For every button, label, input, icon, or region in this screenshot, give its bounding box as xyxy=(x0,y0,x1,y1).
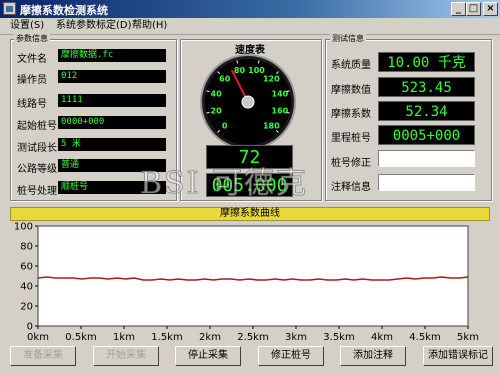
gauge-tick-label: 80 xyxy=(234,66,246,75)
gauge-tick xyxy=(206,90,210,93)
stake-correction-input[interactable] xyxy=(378,150,475,167)
x-tick-label: 0km xyxy=(27,332,49,340)
menu-help[interactable]: 帮助(H) xyxy=(132,18,167,34)
test-value-friction-value: 523.45 xyxy=(378,77,475,97)
param-value-start-stake: 0000+000 xyxy=(58,116,166,129)
y-tick-label: 100 xyxy=(14,222,33,233)
param-value-filename: 摩擦数据.fc xyxy=(58,49,166,62)
gauge-hub xyxy=(241,95,255,109)
gauge-tick xyxy=(286,111,290,114)
x-tick-label: 1.5km xyxy=(151,332,182,340)
y-tick-label: 80 xyxy=(20,242,33,253)
test-label-stake-correction: 桩号修正 xyxy=(331,158,371,169)
gauge-tick xyxy=(236,60,239,64)
param-label-road-grade: 公路等级 xyxy=(17,164,57,175)
gauge-tick xyxy=(206,111,210,114)
x-tick-label: 5km xyxy=(457,332,479,340)
test-value-friction-coefficient: 52.34 xyxy=(378,101,475,121)
test-label-mileage-stake: 里程桩号 xyxy=(331,133,371,144)
param-value-route: 1111 xyxy=(58,94,166,107)
distance-display: 005.000 xyxy=(206,173,293,197)
x-tick-label: 2.5km xyxy=(237,332,268,340)
correct-stake-button[interactable]: 修正桩号 xyxy=(258,346,324,366)
param-label-stake-mode: 桩号处理 xyxy=(17,186,57,197)
chart-title: 摩擦系数曲线 xyxy=(220,208,280,219)
x-tick-label: 4.5km xyxy=(409,332,440,340)
gauge-tick-label: 60 xyxy=(219,75,231,84)
param-value-stake-mode: 顺桩号 xyxy=(58,181,166,194)
friction-chart: 0 20 40 60 80 100 0km 0.5km 1km 1.5km 2km 2.5km 3km 3… xyxy=(14,222,479,340)
x-tick-label: 0.5km xyxy=(65,332,96,340)
y-tick-label: 40 xyxy=(20,282,33,293)
app-icon xyxy=(3,2,16,15)
plot-area xyxy=(37,225,469,327)
speed-gauge: 020406080 100120140160180 xyxy=(200,54,296,146)
speed-display: 72 xyxy=(206,145,293,169)
x-tick-label: 1km xyxy=(113,332,135,340)
test-label-system-mass: 系统质量 xyxy=(331,60,371,71)
gauge-tick-label: 0 xyxy=(222,121,228,130)
annotation-input[interactable] xyxy=(378,174,475,191)
param-label-start-stake: 起始桩号 xyxy=(17,121,57,132)
minimize-button[interactable]: _ xyxy=(451,2,466,16)
menu-settings[interactable]: 设置(S) xyxy=(10,18,44,34)
test-label-friction-coefficient: 摩擦系数 xyxy=(331,109,371,120)
gauge-tick xyxy=(286,90,290,93)
x-tick-label: 3.5km xyxy=(323,332,354,340)
maximize-button[interactable]: □ xyxy=(466,2,481,16)
gauge-tick xyxy=(257,60,260,64)
y-tick-label: 20 xyxy=(20,302,33,313)
add-annotation-button[interactable]: 添加注释 xyxy=(340,346,406,366)
menu-calibration[interactable]: 系统参数标定(D) xyxy=(56,18,132,34)
gauge-tick-label: 140 xyxy=(272,90,289,99)
stop-collection-button[interactable]: 停止采集 xyxy=(175,346,241,366)
x-tick-label: 4km xyxy=(371,332,393,340)
test-label-annotation: 注释信息 xyxy=(331,182,371,193)
params-group-title: 参数信息 xyxy=(14,33,50,44)
test-value-system-mass: 10.00 千克 xyxy=(378,52,475,72)
param-value-road-grade: 普通 xyxy=(58,159,166,172)
test-value-mileage-stake: 0005+000 xyxy=(378,125,475,145)
y-tick-label: 0 xyxy=(27,322,33,333)
test-group-title: 测试信息 xyxy=(330,33,366,44)
test-label-friction-value: 摩擦数值 xyxy=(331,85,371,96)
param-label-route: 线路号 xyxy=(17,99,47,110)
param-label-segment-length: 测试段长 xyxy=(17,143,57,154)
param-label-filename: 文件名 xyxy=(17,54,47,65)
y-tick-label: 60 xyxy=(20,262,33,273)
add-error-mark-button[interactable]: 添加错误标记 xyxy=(423,346,493,366)
param-value-segment-length: 5 米 xyxy=(58,138,166,151)
param-label-operator: 操作员 xyxy=(17,75,47,86)
gauge-tick-label: 20 xyxy=(211,107,223,116)
param-value-operator: 012 xyxy=(58,70,166,83)
gauge-tick-label: 120 xyxy=(263,75,280,84)
gauge-tick-label: 160 xyxy=(272,107,289,116)
gauge-tick-label: 40 xyxy=(211,90,223,99)
window-title: 摩擦系数检测系统 xyxy=(20,4,108,17)
gauge-tick-label: 180 xyxy=(263,121,280,130)
x-tick-label: 3km xyxy=(285,332,307,340)
prepare-collection-button[interactable]: 准备采集 xyxy=(10,346,76,366)
start-collection-button[interactable]: 开始采集 xyxy=(93,346,159,366)
x-tick-label: 2km xyxy=(199,332,221,340)
close-button[interactable]: × xyxy=(483,2,498,16)
